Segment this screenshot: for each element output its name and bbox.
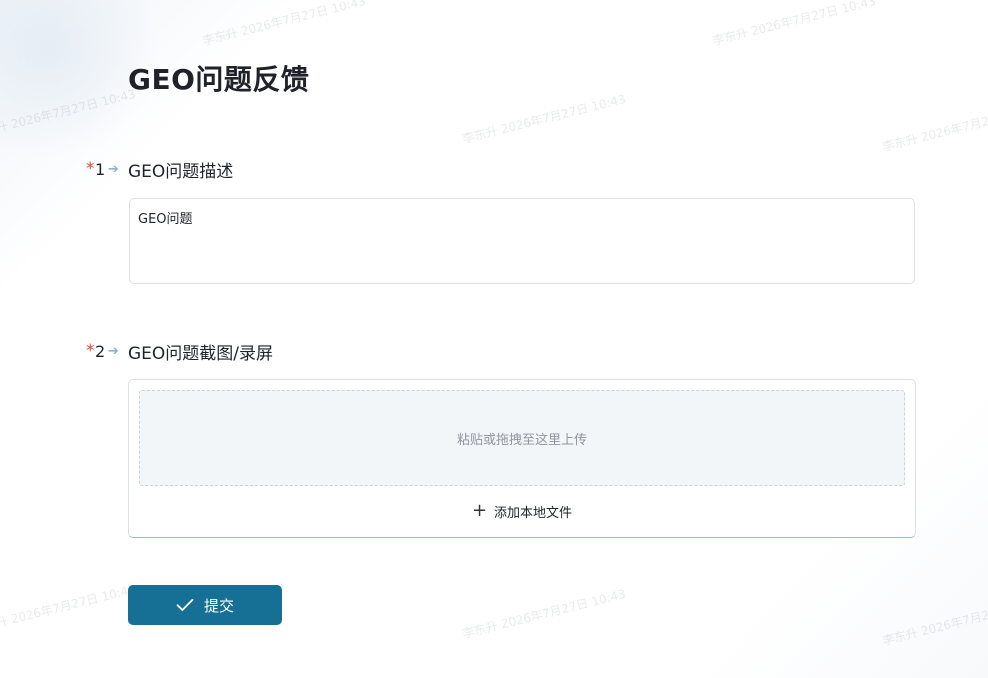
upload-container: 粘贴或拖拽至这里上传 + 添加本地文件: [128, 379, 916, 538]
arrow-right-icon: ➔: [108, 343, 119, 359]
submit-label: 提交: [203, 597, 234, 615]
page-title: GEO问题反馈: [128, 63, 310, 96]
arrow-right-icon: ➔: [108, 161, 119, 177]
required-mark: *: [86, 159, 95, 179]
question-title: GEO问题描述: [128, 161, 234, 182]
description-textarea[interactable]: GEO问题: [129, 198, 915, 284]
watermark: 李东升 2026年7月27日 10:43: [0, 581, 137, 637]
submit-button[interactable]: 提交: [128, 585, 282, 625]
watermark: 李东升 2026年7月27日 10:43: [460, 586, 627, 642]
watermark: 李东升 2026年7月27日 10:43: [710, 0, 877, 49]
watermark: 李东升 2026年7月27日 10:43: [200, 0, 367, 49]
add-file-label: 添加本地文件: [494, 505, 573, 521]
watermark: 李东升 2026年7月27日 10:43: [0, 86, 137, 142]
form-page: 李东升 2026年7月27日 10:43 李东升 2026年7月27日 10:4…: [0, 0, 988, 678]
add-local-file-button[interactable]: + 添加本地文件: [129, 500, 915, 522]
question-2-label: * 2 ➔ GEO问题截图/录屏: [86, 339, 274, 364]
question-number: 2: [95, 341, 106, 361]
check-icon: [176, 598, 194, 611]
question-title: GEO问题截图/录屏: [128, 343, 274, 364]
question-1-label: * 1 ➔ GEO问题描述: [86, 157, 234, 182]
watermark: 李东升 2026年7月27日 10:43: [880, 594, 988, 649]
question-number: 1: [95, 159, 106, 179]
upload-drop-zone[interactable]: 粘贴或拖拽至这里上传: [139, 390, 905, 486]
required-mark: *: [86, 341, 95, 361]
plus-icon: +: [471, 500, 488, 521]
drop-hint: 粘贴或拖拽至这里上传: [456, 432, 587, 448]
watermark: 李东升 2026年7月27日 10:43: [880, 100, 988, 155]
watermark: 李东升 2026年7月27日 10:43: [460, 91, 627, 147]
